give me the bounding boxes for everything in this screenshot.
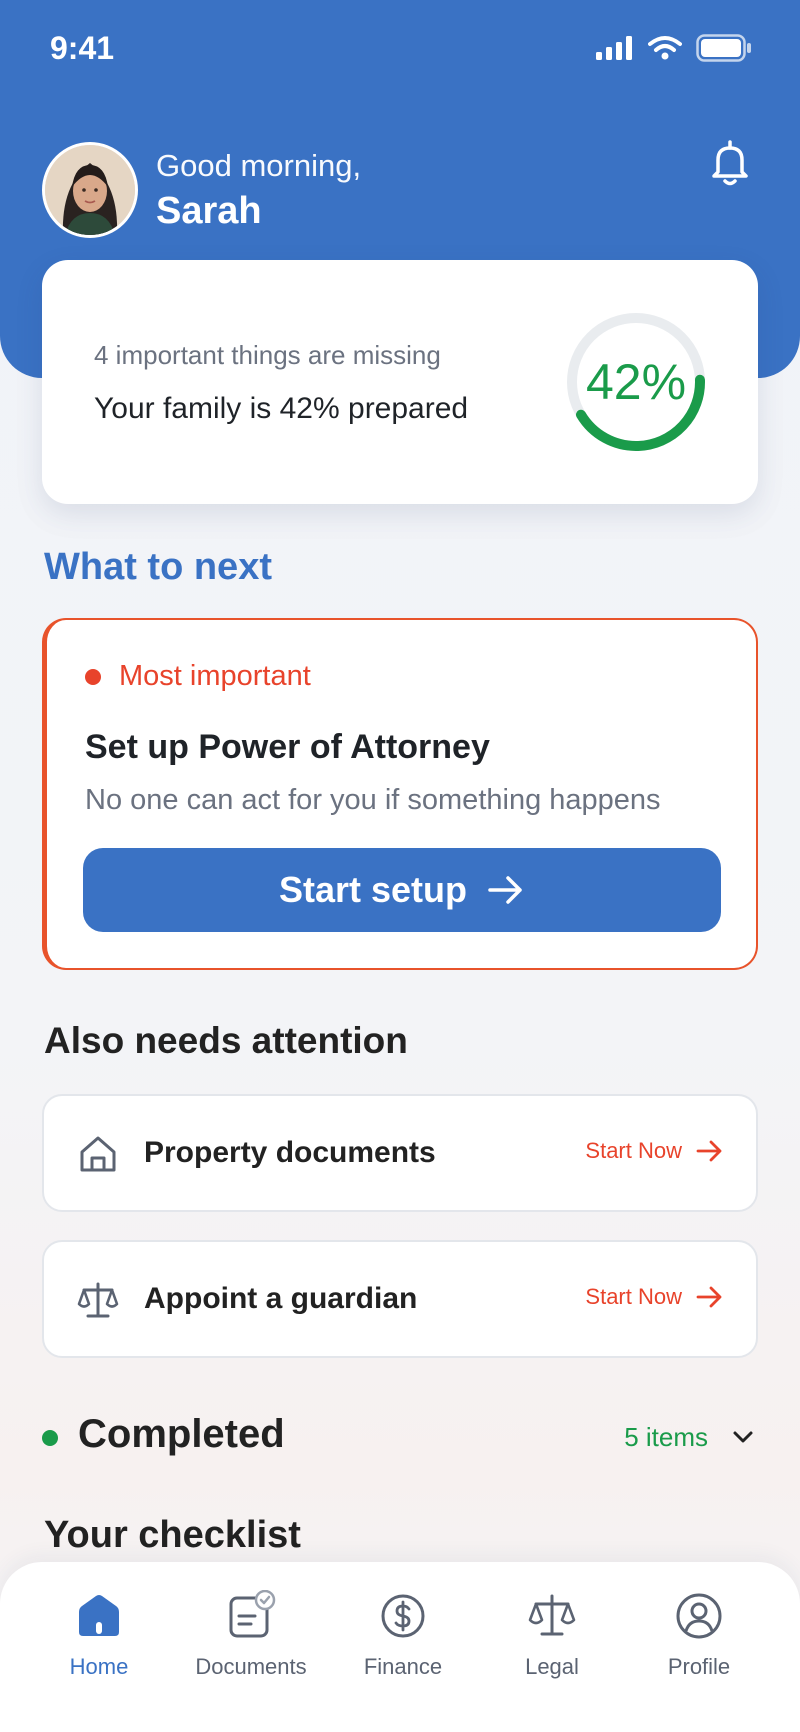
alert-dot-icon [85,668,101,685]
start-now-label: Start Now [585,1138,682,1163]
battery-icon [696,34,751,62]
arrow-right-icon [488,876,522,904]
completed-label: Completed [78,1412,285,1456]
tab-profile[interactable]: Profile [624,1590,774,1680]
status-bar: 9:41 [0,0,800,100]
progress-percent: 42% [585,354,687,410]
section-title-next: What to next [44,546,272,588]
start-now-label: Start Now [585,1284,682,1309]
wifi-icon [648,36,682,60]
section-title-attention: Also needs attention [44,1020,408,1061]
tab-documents[interactable]: Documents [176,1590,326,1680]
missing-text: 4 important things are missing [94,340,441,370]
completed-dot-icon [42,1430,58,1446]
priority-task-description: No one can act for you if something happ… [85,784,661,816]
scale-icon [528,1594,576,1636]
documents-icon [229,1590,276,1638]
priority-tag: Most important [85,660,311,693]
dollar-icon [381,1594,425,1638]
bell-icon[interactable] [706,138,754,188]
tab-label: Legal [525,1654,579,1679]
bottom-tab-bar: Home Documents Finance Legal Profile [0,1562,800,1732]
priority-task-card[interactable]: Most important Set up Power of Attorney … [42,618,758,970]
avatar-portrait [45,145,135,235]
section-title-checklist: Your checklist [44,1514,301,1556]
avatar[interactable] [42,142,138,238]
arrow-right-icon [696,1140,722,1162]
start-now-button[interactable]: Start Now [585,1138,724,1164]
greeting-section: Good morning, Sarah [42,142,361,238]
task-card-property[interactable]: Property documents Start Now [42,1094,758,1212]
start-setup-label: Start setup [278,869,468,910]
arrow-right-icon [696,1286,722,1308]
preparedness-card[interactable]: 4 important things are missing Your fami… [42,260,758,504]
start-setup-button[interactable]: Start setup [83,848,721,932]
signal-icon [596,36,632,60]
tab-label: Documents [195,1654,307,1679]
greeting-line: Good morning, [156,147,362,183]
chevron-down-icon[interactable] [728,1422,758,1452]
start-now-button[interactable]: Start Now [585,1284,724,1310]
completed-toggle[interactable]: Completed 5 items [42,1408,758,1464]
tab-home[interactable]: Home [24,1590,174,1680]
priority-label: Most important [119,660,311,692]
scale-icon [77,1282,119,1318]
prepared-text: Your family is 42% prepared [94,392,469,425]
status-icons [596,34,752,62]
task-label: Appoint a guardian [144,1282,418,1315]
tab-finance[interactable]: Finance [328,1590,478,1680]
task-label: Property documents [144,1136,436,1169]
task-card-guardian[interactable]: Appoint a guardian Start Now [42,1240,758,1358]
home-icon [79,1595,119,1636]
user-name: Sarah [156,189,262,232]
tab-label: Finance [363,1654,443,1679]
profile-icon [676,1593,722,1639]
status-time: 9:41 [50,30,115,66]
greeting-text: Good morning, Sarah [156,148,361,233]
completed-count: 5 items [624,1422,708,1452]
tab-label: Home [69,1654,129,1679]
home-outline-icon [80,1136,116,1172]
tab-legal[interactable]: Legal [477,1590,627,1680]
priority-task-title: Set up Power of Attorney [85,728,490,766]
tab-label: Profile [667,1654,731,1679]
